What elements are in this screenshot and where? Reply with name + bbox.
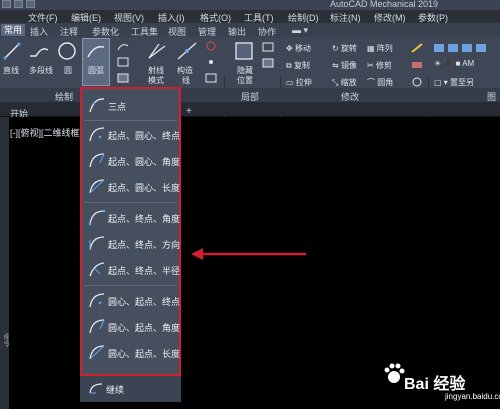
- title-bar: AutoCAD Mechanical 2019: [0, 0, 500, 10]
- circle-label: 圆: [64, 66, 72, 75]
- layer-to-tool[interactable]: ▢ ▾ 置至另: [434, 77, 474, 88]
- scale-label: 缩放: [340, 78, 357, 87]
- fillet-label: 圆角: [377, 78, 394, 87]
- layer-tools-icons[interactable]: [434, 42, 494, 54]
- arc-start-center-angle-icon: [89, 153, 105, 168]
- left-strip: [0, 117, 9, 409]
- arc-center-start-angle-label: 圆心、起点、角度: [108, 323, 181, 333]
- tab-home[interactable]: 常用: [1, 24, 26, 36]
- construction-label-2: 线: [182, 76, 190, 85]
- arc-start-center-end-icon: [89, 127, 105, 142]
- pointer-arrow-icon: [191, 248, 306, 260]
- save-icon[interactable]: [14, 0, 23, 8]
- arc-center-start-end-label: 圆心、起点、终点: [108, 297, 181, 307]
- arc-start-end-direction-label: 起点、终点、方向: [108, 240, 181, 250]
- workspace-dropdown[interactable]: ▬ ▾: [292, 25, 308, 36]
- arc-start-end-radius-icon: [89, 262, 105, 277]
- array-tool[interactable]: ▦ 阵列: [367, 43, 393, 54]
- paw-logo-icon: [384, 363, 405, 383]
- arc-start-end-direction[interactable]: 起点、终点、方向: [82, 231, 181, 257]
- stretch-tool[interactable]: ▭ 拉伸: [286, 77, 312, 88]
- menu-bar: 文件(F) 编辑(E) 视图(V) 插入(I) 格式(O) 工具(T) 绘制(D…: [0, 10, 500, 23]
- move-label: 移动: [294, 44, 311, 53]
- arc-icon: [87, 45, 105, 58]
- watermark-url: jingyan.baidu.com: [445, 392, 500, 401]
- copy-label: 复制: [293, 61, 310, 70]
- move-tool[interactable]: ✥ 移动: [286, 43, 311, 54]
- rotate-tool[interactable]: ↻ 旋转: [332, 43, 357, 54]
- arc-start-center-angle-label: 起点、圆心、角度: [108, 157, 181, 167]
- view-icon[interactable]: [262, 42, 274, 52]
- file-tabs: [0, 102, 500, 116]
- ribbon-tabs: 常用 插入 注释 参数化 工具集 视图 管理 输出 协作 ▬ ▾: [0, 23, 500, 37]
- arc-start-end-angle-icon: [88, 209, 106, 226]
- construction-line-icon[interactable]: [177, 42, 197, 60]
- hatch-mode-label: 模式: [148, 76, 164, 85]
- arc-start-center-end-label: 起点、圆心、终点: [108, 131, 181, 141]
- arc-start-center-end[interactable]: 起点、圆心、终点: [82, 122, 181, 148]
- arc-start-end-radius-label: 起点、终点、半径: [108, 266, 181, 276]
- hide-icon[interactable]: [234, 41, 254, 61]
- arc-start-end-angle[interactable]: 起点、终点、角度: [82, 205, 181, 231]
- arc-center-start-length[interactable]: 圆心、起点、长度: [82, 340, 181, 366]
- layer-to-label: 置至另: [450, 78, 475, 87]
- arc-start-center-angle[interactable]: 起点、圆心、角度: [82, 148, 181, 174]
- open-icon[interactable]: [2, 0, 11, 8]
- mirror-label: 镜像: [340, 61, 357, 70]
- point-icon[interactable]: [205, 57, 217, 67]
- section-icon[interactable]: [262, 58, 274, 68]
- ray-icon[interactable]: [147, 42, 167, 60]
- erase-icon[interactable]: [410, 59, 424, 71]
- polyline-icon[interactable]: [28, 42, 52, 60]
- mirror-tool[interactable]: ⇋ 镜像: [332, 60, 357, 71]
- line-label: 直线: [3, 66, 19, 75]
- explode-icon[interactable]: [410, 76, 424, 88]
- circle-icon[interactable]: [57, 41, 77, 61]
- trim-label: 修剪: [375, 61, 392, 70]
- hatch-icon[interactable]: [117, 73, 129, 83]
- am-label: AM: [462, 59, 475, 68]
- fillet-tool[interactable]: ⌒ 圆角: [367, 77, 393, 88]
- arc-center-start-length-icon: [89, 345, 105, 360]
- scale-tool[interactable]: ⤡ 缩放: [332, 77, 357, 88]
- copy-tool[interactable]: ⧉ 复制: [286, 60, 310, 71]
- arc-dropdown: 三点 起点、圆心、终点 起点、圆心、角度 起点、圆心、长度 起点、终点、角度 起…: [80, 87, 181, 376]
- layer-color-picker[interactable]: ☀ ⬛ ■ AM: [434, 59, 474, 68]
- viewport-label[interactable]: [-][俯视][二维线框]: [10, 126, 82, 139]
- arc-center-start-angle[interactable]: 圆心、起点、角度: [82, 314, 181, 340]
- arc-start-center-length[interactable]: 起点、圆心、长度: [82, 174, 181, 200]
- position-label: 位置: [237, 76, 253, 85]
- arc-three-point-label: 三点: [108, 102, 127, 112]
- arc-start-end-direction-icon: [89, 236, 105, 251]
- arc-label: 圆弧: [88, 66, 104, 75]
- arc-center-start-end[interactable]: 圆心、起点、终点: [82, 288, 181, 314]
- watermark-brand: Bai 经验: [404, 376, 466, 393]
- arc-start-end-radius[interactable]: 起点、终点、半径: [82, 257, 181, 283]
- stretch-label: 拉伸: [295, 78, 312, 87]
- arc-continue-icon: [89, 383, 103, 394]
- arc-start-center-length-icon: [89, 179, 105, 194]
- table-icon[interactable]: [205, 73, 217, 83]
- trim-tool[interactable]: ✂ 修剪: [367, 60, 392, 71]
- line-icon[interactable]: [3, 42, 21, 60]
- array-label: 阵列: [376, 44, 393, 53]
- arc-center-start-length-label: 圆心、起点、长度: [108, 349, 181, 359]
- app-title: AutoCAD Mechanical 2019: [330, 0, 439, 9]
- arc-center-start-end-icon: [89, 293, 105, 308]
- rotate-label: 旋转: [340, 44, 357, 53]
- target-icon[interactable]: [205, 41, 217, 51]
- arc-continue-label: 继续: [106, 385, 125, 395]
- arc-continue[interactable]: 继续: [80, 376, 181, 402]
- pencil-icon[interactable]: [410, 42, 424, 54]
- spline-icon[interactable]: [117, 41, 129, 51]
- polyline-label: 多段线: [29, 66, 53, 75]
- new-tab-button[interactable]: +: [186, 106, 192, 117]
- undo-icon[interactable]: [26, 0, 35, 8]
- arc-start-end-angle-label: 起点、终点、角度: [108, 214, 181, 224]
- arc-three-point[interactable]: 三点: [82, 93, 179, 119]
- arc-center-start-angle-icon: [89, 319, 105, 334]
- arc-three-point-icon: [89, 98, 105, 113]
- arc-start-center-length-label: 起点、圆心、长度: [108, 183, 181, 193]
- rectangle-icon[interactable]: [117, 57, 129, 67]
